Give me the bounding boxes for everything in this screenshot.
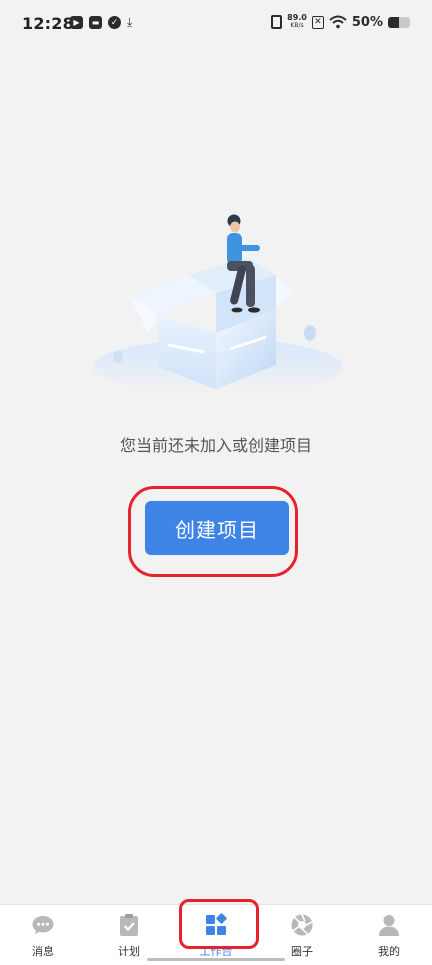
- status-time: 12:28: [22, 14, 74, 33]
- vibrate-icon: [271, 15, 283, 29]
- battery-icon: [388, 16, 410, 28]
- aperture-icon: [291, 914, 313, 936]
- network-speed: 89.0 KB/s: [287, 14, 307, 30]
- nav-item-messages[interactable]: 消息: [0, 905, 86, 965]
- battery-fill: [388, 16, 399, 28]
- empty-state-message: 您当前还未加入或创建项目: [119, 436, 312, 455]
- wifi-icon: [329, 15, 347, 29]
- nav-item-circle[interactable]: 圈子: [259, 905, 345, 965]
- notification-icons: ▶ ▬ ✓ ⤓: [70, 16, 132, 29]
- nav-label-me: 我的: [378, 945, 400, 958]
- nav-item-plan[interactable]: 计划: [86, 905, 172, 965]
- nav-label-messages: 消息: [32, 945, 54, 958]
- home-indicator[interactable]: [147, 958, 285, 961]
- chat-bubble-icon: [32, 916, 54, 934]
- nav-item-me[interactable]: 我的: [346, 905, 432, 965]
- app-notification-icon: ▬: [89, 16, 102, 29]
- annotation-highlight: [128, 486, 298, 577]
- nav-label-circle: 圈子: [291, 945, 313, 958]
- play-store-icon: ▶: [70, 16, 83, 29]
- network-speed-value: 89.0: [287, 13, 307, 22]
- empty-box-illustration: [93, 214, 343, 395]
- nav-label-plan: 计划: [118, 945, 140, 958]
- check-circle-icon: ✓: [108, 16, 121, 29]
- status-bar: 12:28 ▶ ▬ ✓ ⤓ 89.0 KB/s ✕ 50%: [0, 0, 432, 50]
- user-icon: [379, 915, 399, 936]
- annotation-highlight-nav: [179, 899, 259, 949]
- download-icon: ⤓: [127, 15, 133, 29]
- network-speed-unit: KB/s: [290, 22, 304, 29]
- battery-percent: 50%: [351, 14, 383, 30]
- status-right-icons: 89.0 KB/s ✕ 50%: [271, 14, 410, 30]
- clipboard-check-icon: [120, 914, 138, 936]
- no-sim-icon: ✕: [311, 15, 324, 29]
